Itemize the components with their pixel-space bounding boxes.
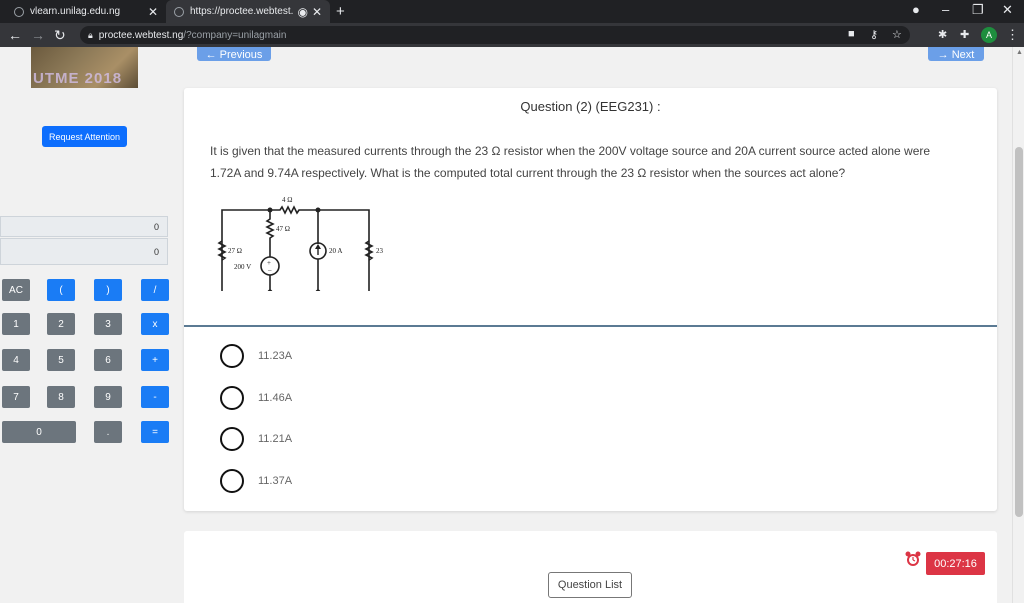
label-200-v: 200 V [234, 263, 251, 271]
calc-key-equals[interactable]: = [141, 421, 169, 443]
calc-key-2[interactable]: 2 [47, 313, 75, 335]
radio-button[interactable] [220, 427, 244, 451]
url-field[interactable]: 🔒︎ proctee.webtest.ng/?company=unilagmai… [80, 26, 910, 44]
answer-option[interactable]: 11.21A [220, 427, 292, 451]
globe-icon [174, 6, 184, 17]
option-label: 11.23A [258, 350, 293, 362]
browser-menu-icon[interactable]: ⋮ [1006, 27, 1019, 43]
restore-icon[interactable]: ❐ [972, 2, 984, 18]
tab-title: https://proctee.webtest.ng/? [190, 6, 294, 17]
page: UTME 2018 ← Previous → Next Request Atte… [0, 47, 1012, 603]
label-20-a: 20 A [329, 247, 342, 255]
close-tab-icon[interactable]: ✕ [148, 5, 158, 19]
calc-key-9[interactable]: 9 [94, 386, 122, 408]
previous-button[interactable]: ← Previous [197, 47, 271, 61]
calc-key-4[interactable]: 4 [2, 349, 30, 371]
reload-icon[interactable]: ↻ [54, 27, 66, 44]
tab-title: vlearn.unilag.edu.ng [30, 6, 121, 17]
puzzle-icon[interactable]: ✚ [960, 28, 969, 41]
close-tab-icon[interactable]: ✕ [312, 5, 322, 19]
label-47-ohm: 47 Ω [276, 225, 290, 233]
calc-key-rparen[interactable]: ) [94, 279, 122, 301]
circuit-diagram: + – 4 Ω 47 Ω 27 Ω 200 V 20 A 23 Ω [217, 196, 384, 291]
webcam-watermark: UTME 2018 [33, 70, 123, 87]
calc-key-add[interactable]: + [141, 349, 169, 371]
browser-tab-bar: vlearn.unilag.edu.ng ✕ https://proctee.w… [0, 0, 1024, 23]
webcam-preview: UTME 2018 [31, 47, 138, 88]
profile-dropdown-icon[interactable]: ● [912, 2, 920, 17]
question-card: Question (2) (EEG231) : It is given that… [184, 88, 997, 511]
next-button[interactable]: → Next [928, 47, 984, 61]
label-4-ohm: 4 Ω [282, 196, 292, 204]
url-host: proctee.webtest.ng [98, 29, 184, 41]
calc-key-6[interactable]: 6 [94, 349, 122, 371]
calc-key-5[interactable]: 5 [47, 349, 75, 371]
calc-key-lparen[interactable]: ( [47, 279, 75, 301]
calc-key-1[interactable]: 1 [2, 313, 30, 335]
calc-key-8[interactable]: 8 [47, 386, 75, 408]
divider [184, 325, 997, 327]
new-tab-icon[interactable]: + [336, 3, 345, 20]
key-icon[interactable]: ⚷ [870, 28, 878, 41]
extension-gear-icon[interactable]: ✱ [938, 28, 947, 41]
recording-icon: ◉ [297, 4, 308, 19]
option-label: 11.46A [258, 392, 293, 404]
url-path: /?company=unilagmain [183, 29, 287, 41]
calc-key-multiply[interactable]: x [141, 313, 169, 335]
label-27-ohm: 27 Ω [228, 247, 242, 255]
calculator-display-top: 0 [0, 216, 168, 237]
calc-key-dot[interactable]: . [94, 421, 122, 443]
page-scrollbar[interactable]: ▲ [1012, 47, 1024, 603]
option-label: 11.21A [258, 433, 293, 445]
address-bar-row: ← → ↻ 🔒︎ proctee.webtest.ng/?company=uni… [0, 23, 1024, 47]
request-attention-button[interactable]: Request Attention [42, 126, 127, 147]
back-icon[interactable]: ← [8, 27, 22, 43]
star-icon[interactable]: ☆ [892, 28, 902, 41]
calc-key-ac[interactable]: AC [2, 279, 30, 301]
answer-option[interactable]: 11.23A [220, 344, 292, 368]
question-text-line: 1.72A and 9.74A respectively. What is th… [210, 166, 846, 180]
globe-icon [14, 6, 24, 17]
question-text: It is given that the measured currents t… [210, 140, 980, 184]
answer-option[interactable]: 11.46A [220, 386, 292, 410]
scrollbar-thumb[interactable] [1015, 147, 1023, 517]
close-window-icon[interactable]: ✕ [1002, 2, 1013, 18]
question-title: Question (2) (EEG231) : [520, 99, 661, 114]
radio-button[interactable] [220, 469, 244, 493]
question-text-line: It is given that the measured currents t… [210, 144, 931, 158]
answer-option[interactable]: 11.37A [220, 469, 292, 493]
calc-key-0[interactable]: 0 [2, 421, 76, 443]
scroll-up-icon[interactable]: ▲ [1016, 49, 1023, 56]
calc-key-divide[interactable]: / [141, 279, 169, 301]
question-list-button[interactable]: Question List [548, 572, 632, 598]
browser-tab-proctee[interactable]: https://proctee.webtest.ng/? ◉ ✕ [166, 0, 330, 23]
countdown-timer: 00:27:16 [926, 552, 985, 575]
alarm-clock-icon [905, 551, 921, 566]
browser-tab-vlearn[interactable]: vlearn.unilag.edu.ng ✕ [6, 0, 166, 23]
radio-button[interactable] [220, 344, 244, 368]
option-label: 11.37A [258, 475, 293, 487]
forward-icon[interactable]: → [31, 27, 45, 43]
calc-key-7[interactable]: 7 [2, 386, 30, 408]
label-23-ohm: 23 Ω [376, 247, 384, 255]
minimize-icon[interactable]: – [942, 2, 949, 17]
lock-icon: 🔒︎ [88, 29, 93, 40]
profile-avatar[interactable]: A [981, 27, 997, 43]
camera-icon[interactable]: ■ [848, 28, 855, 40]
calc-key-3[interactable]: 3 [94, 313, 122, 335]
calculator-display-bottom: 0 [0, 238, 168, 265]
calc-key-subtract[interactable]: - [141, 386, 169, 408]
radio-button[interactable] [220, 386, 244, 410]
svg-text:–: – [267, 266, 272, 274]
